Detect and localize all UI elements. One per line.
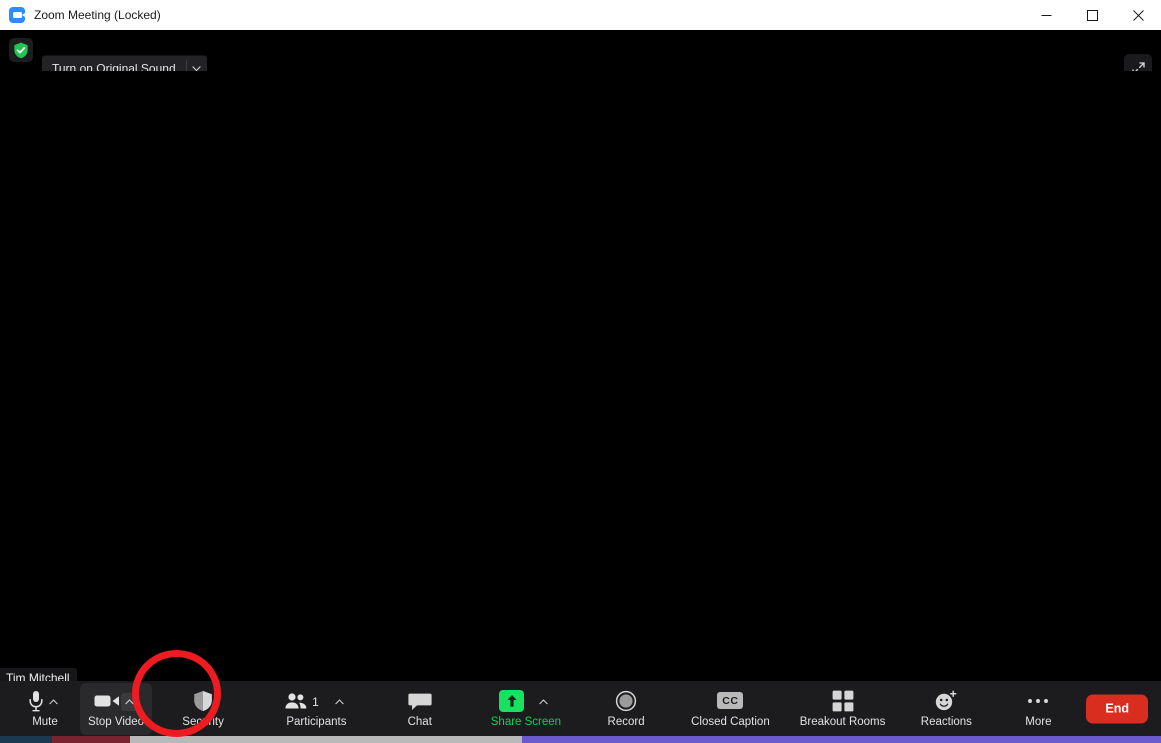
toolbar-item-breakout-rooms[interactable]: Breakout Rooms [792,683,894,735]
share-screen-icon [499,689,525,713]
toolbar-item-record[interactable]: Record [591,683,661,735]
chat-bubble-icon [408,689,432,713]
toolbar-label-closed-caption: Closed Caption [691,715,770,728]
taskbar-segment [130,736,522,743]
title-bar-left: Zoom Meeting (Locked) [0,0,161,30]
toolbar-item-share-screen[interactable]: Share Screen [483,683,569,735]
window-title: Zoom Meeting (Locked) [34,8,161,22]
toolbar-label-more: More [1025,715,1052,728]
toolbar-label-share-screen: Share Screen [490,715,562,728]
participants-icon-row: 1 [284,689,349,715]
toolbar-label-mute: Mute [32,715,58,728]
toolbar-item-closed-caption[interactable]: CC Closed Caption [683,683,778,735]
toolbar-label-participants: Participants [286,715,347,728]
participants-count: 1 [312,694,319,709]
closed-caption-icon: CC [717,689,744,713]
share-screen-chevron-up-icon[interactable] [534,693,552,711]
toolbar-item-participants[interactable]: 1 Participants [276,683,357,735]
video-camera-icon [94,689,120,713]
toolbar-label-stop-video: Stop Video [88,715,145,728]
mute-chevron-up-icon[interactable] [45,693,63,711]
record-circle-icon [615,689,637,713]
title-bar: Zoom Meeting (Locked) [0,0,1161,30]
breakout-rooms-icon [832,689,854,713]
toolbar-item-more[interactable]: More [1003,683,1073,735]
reactions-smiley-icon [934,689,958,713]
toolbar-item-reactions[interactable]: Reactions [911,683,981,735]
toolbar-label-security: Security [182,715,224,728]
shield-check-icon[interactable] [9,38,33,62]
top-overlay-bar: Turn on Original Sound [0,30,1161,82]
taskbar-segment [522,736,1161,743]
taskbar-segment [0,736,52,743]
video-stage: Tim Mitchell [0,71,1161,689]
more-dots-icon [1028,689,1049,713]
end-meeting-button[interactable]: End [1086,694,1148,723]
participants-chevron-up-icon[interactable] [331,693,349,711]
close-icon[interactable] [1115,0,1161,30]
toolbar-label-breakout-rooms: Breakout Rooms [799,715,886,728]
taskbar-segment [52,736,130,743]
people-icon [284,689,308,713]
maximize-icon[interactable] [1069,0,1115,30]
toolbar-item-security[interactable]: Security [168,683,238,735]
desktop-taskbar-strip [0,736,1161,743]
toolbar-item-stop-video[interactable]: Stop Video [80,682,153,735]
toolbar-label-reactions: Reactions [920,715,972,728]
toolbar-label-chat: Chat [407,715,432,728]
shield-icon [193,689,213,713]
mute-icon-row [28,689,63,715]
meeting-toolbar: Mute Stop Video Security 1 Participants … [0,681,1161,736]
toolbar-item-mute[interactable]: Mute [10,683,80,735]
stop-video-icon-row [94,689,139,715]
microphone-icon [28,689,44,713]
toolbar-item-chat[interactable]: Chat [385,683,455,735]
share-screen-icon-row [499,689,552,715]
window-controls [1023,0,1161,30]
zoom-meeting-window: Zoom Meeting (Locked) Turn on Original S… [0,0,1161,743]
stop-video-chevron-up-icon[interactable] [120,692,139,711]
toolbar-label-record: Record [607,715,645,728]
zoom-camera-icon [9,7,25,23]
minimize-icon[interactable] [1023,0,1069,30]
